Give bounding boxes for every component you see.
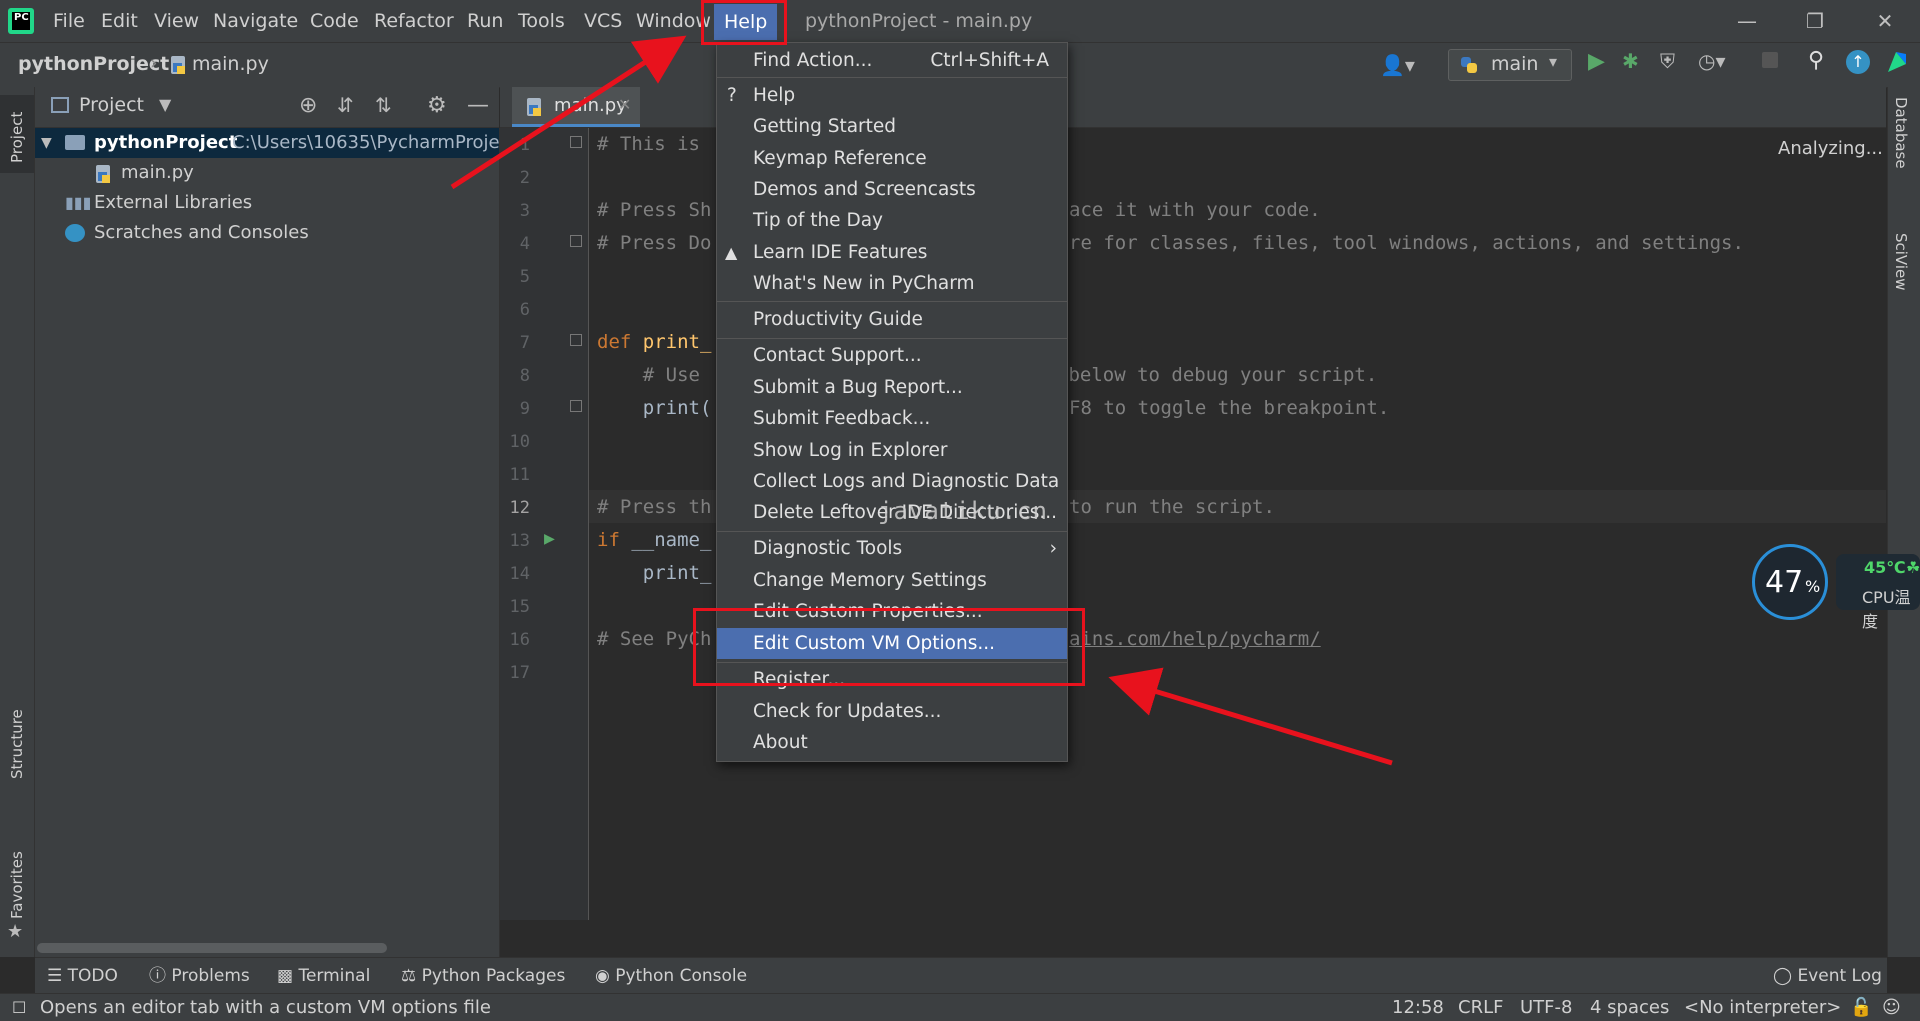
arrow-to-vm-options [1108, 667, 1393, 766]
annotation-arrows [450, 35, 1393, 766]
arrow-to-help-menu [450, 35, 687, 190]
